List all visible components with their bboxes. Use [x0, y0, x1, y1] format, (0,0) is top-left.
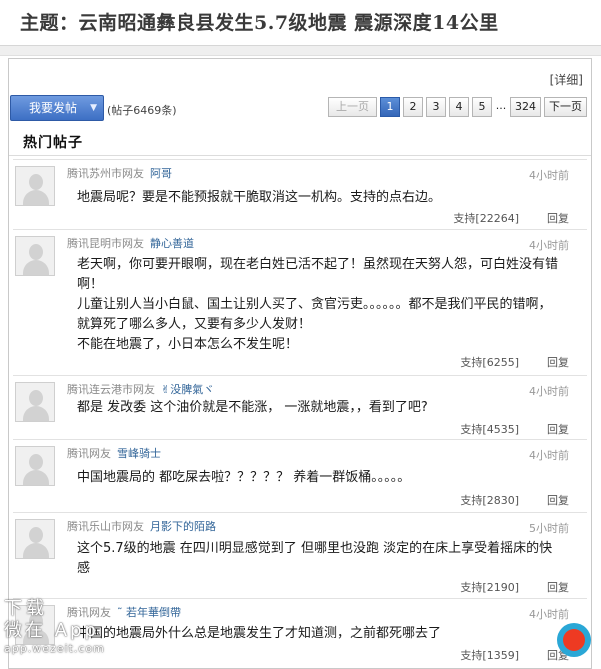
post-item: 腾讯连云港市网友 ✌没脾氣ヾ 4小时前 都是 发改委 这个油价就是不能涨， 一涨就… — [13, 375, 587, 439]
post-meta: 腾讯昆明市网友 静心善道 — [67, 235, 194, 251]
post-meta: 腾讯乐山市网友 月影下的陌路 — [67, 518, 216, 534]
post-actions: 支持[2190] 回复 — [460, 579, 569, 595]
post-actions: 支持[22264] 回复 — [453, 210, 569, 226]
post-time: 4小时前 — [529, 169, 569, 182]
post-author[interactable]: 月影下的陌路 — [150, 520, 216, 533]
page-button-5[interactable]: 5 — [472, 97, 492, 117]
post-text-line: 中国地震局的 都吃屎去啦？？？？？ 养着一群饭桶。。。。。 — [77, 470, 411, 485]
gray-band — [0, 46, 601, 56]
post-actions: 支持[2830] 回复 — [460, 492, 569, 508]
post-text-line: 都是 发改委 这个油价就是不能涨， 一涨就地震，，看到了吧? — [77, 400, 428, 415]
post-count: (帖子6469条) — [107, 104, 177, 117]
post-time: 4小时前 — [529, 385, 569, 398]
post-source: 腾讯乐山市网友 — [67, 520, 144, 533]
post-text-line: 不能在地震了，小日本怎么不发生呢！ — [77, 337, 299, 352]
chevron-down-icon: ▼ — [90, 103, 97, 113]
support-button[interactable]: 支持[2830] — [460, 494, 519, 507]
post-source: 腾讯苏州市网友 — [67, 167, 144, 180]
post-time: 4小时前 — [529, 608, 569, 621]
post-author[interactable]: 雪峰骑士 — [117, 447, 161, 460]
next-page-button[interactable]: 下一页 — [544, 97, 587, 117]
section-title: 热门帖子 — [23, 135, 83, 151]
support-button[interactable]: 支持[6255] — [460, 356, 519, 369]
post-actions: 支持[1359] 回复 — [460, 647, 569, 663]
post-item: 腾讯网友 雪峰骑士 4小时前 中国地震局的 都吃屎去啦？？？？？ 养着一群饭桶。。… — [13, 439, 587, 512]
post-content: 老天啊，你可要开眼啊，现在老白姓已活不起了！虽然现在天努人怨，可白姓没有错啊！ … — [77, 255, 559, 355]
page-button-2[interactable]: 2 — [403, 97, 423, 117]
avatar[interactable] — [15, 519, 55, 559]
support-button[interactable]: 支持[22264] — [453, 212, 519, 225]
page-button-3[interactable]: 3 — [426, 97, 446, 117]
reply-button[interactable]: 回复 — [547, 581, 569, 594]
post-meta: 腾讯连云港市网友 ✌没脾氣ヾ — [67, 381, 214, 397]
post-content: 都是 发改委 这个油价就是不能涨， 一涨就地震，，看到了吧? — [77, 398, 559, 418]
forum-panel: [详细] 我要发帖 ▼ (帖子6469条) 上一页 1 2 3 4 5 ... … — [8, 58, 592, 669]
post-content: 中国地震局的 都吃屎去啦？？？？？ 养着一群饭桶。。。。。 — [77, 468, 559, 488]
post-time: 4小时前 — [529, 449, 569, 462]
post-meta: 腾讯网友 雪峰骑士 — [67, 445, 161, 461]
pagination: 上一页 1 2 3 4 5 ... 324 下一页 — [328, 97, 587, 117]
reply-button[interactable]: 回复 — [547, 494, 569, 507]
post-source: 腾讯网友 — [67, 606, 111, 619]
avatar[interactable] — [15, 236, 55, 276]
page-button-4[interactable]: 4 — [449, 97, 469, 117]
avatar[interactable] — [15, 382, 55, 422]
post-content: 这个5.7级的地震 在四川明显感觉到了 但哪里也没跑 淡定的在床上享受着摇床的快… — [77, 539, 559, 579]
post-author[interactable]: 静心善道 — [150, 237, 194, 250]
post-actions: 支持[6255] 回复 — [460, 354, 569, 370]
post-time: 5小时前 — [529, 522, 569, 535]
record-dot-icon — [563, 629, 585, 651]
post-item: 腾讯乐山市网友 月影下的陌路 5小时前 这个5.7级的地震 在四川明显感觉到了 但… — [13, 512, 587, 598]
post-item: 腾讯网友 ˜ 若年華倒帶 4小时前 中国的地震局外什么总是地震发生了才知道测，之前… — [13, 598, 587, 668]
page-button-1[interactable]: 1 — [380, 97, 400, 117]
post-source: 腾讯昆明市网友 — [67, 237, 144, 250]
post-text-line: 这个5.7级的地震 在四川明显感觉到了 但哪里也没跑 淡定的在床上享受着摇床的快… — [77, 541, 553, 576]
support-button[interactable]: 支持[4535] — [460, 423, 519, 436]
post-text-line: 地震局呢？要是不能预报就干脆取消这一机构。支持的点右边。 — [77, 190, 442, 205]
reply-button[interactable]: 回复 — [547, 423, 569, 436]
topic-title: 主题：云南昭通彝良县发生5.7级地震 震源深度14公里 — [20, 12, 499, 34]
post-meta: 腾讯网友 ˜ 若年華倒帶 — [67, 604, 181, 620]
avatar[interactable] — [15, 605, 55, 645]
prev-page-button[interactable]: 上一页 — [328, 97, 377, 117]
topic-header: 主题：云南昭通彝良县发生5.7级地震 震源深度14公里 — [0, 0, 601, 46]
post-item: 腾讯苏州市网友 阿哥 4小时前 地震局呢？要是不能预报就干脆取消这一机构。支持的点… — [13, 159, 587, 229]
detail-link[interactable]: [详细] — [550, 71, 583, 88]
new-post-button[interactable]: 我要发帖 ▼ — [10, 95, 104, 121]
post-item: 腾讯昆明市网友 静心善道 4小时前 老天啊，你可要开眼啊，现在老白姓已活不起了！虽… — [13, 229, 587, 375]
post-content: 地震局呢？要是不能预报就干脆取消这一机构。支持的点右边。 — [77, 188, 559, 208]
avatar[interactable] — [15, 166, 55, 206]
post-author[interactable]: ˜ 若年華倒帶 — [117, 606, 181, 619]
support-button[interactable]: 支持[2190] — [460, 581, 519, 594]
post-author[interactable]: ✌没脾氣ヾ — [161, 383, 214, 396]
post-time: 4小时前 — [529, 239, 569, 252]
post-source: 腾讯连云港市网友 — [67, 383, 155, 396]
post-author[interactable]: 阿哥 — [150, 167, 172, 180]
page-button-last[interactable]: 324 — [510, 97, 541, 117]
support-button[interactable]: 支持[1359] — [460, 649, 519, 662]
page-ellipsis: ... — [495, 99, 507, 112]
post-text-line: 老天啊，你可要开眼啊，现在老白姓已活不起了！虽然现在天努人怨，可白姓没有错啊！ — [77, 257, 559, 292]
post-text-line: 儿童让别人当小白鼠、国土让别人买了、贪官污吏。。。。。。都不是我们平民的错啊，就… — [77, 297, 552, 332]
post-text-line: 中国的地震局外什么总是地震发生了才知道测，之前都死哪去了 — [77, 626, 442, 641]
section-divider — [9, 155, 591, 156]
reply-button[interactable]: 回复 — [547, 212, 569, 225]
post-source: 腾讯网友 — [67, 447, 111, 460]
forum-toolbar: 我要发帖 ▼ (帖子6469条) 上一页 1 2 3 4 5 ... 324 下… — [9, 93, 591, 125]
post-content: 中国的地震局外什么总是地震发生了才知道测，之前都死哪去了 — [77, 624, 559, 644]
reply-button[interactable]: 回复 — [547, 356, 569, 369]
avatar[interactable] — [15, 446, 55, 486]
post-actions: 支持[4535] 回复 — [460, 421, 569, 437]
new-post-button-label: 我要发帖 — [29, 101, 78, 115]
record-button[interactable] — [557, 623, 591, 657]
post-meta: 腾讯苏州市网友 阿哥 — [67, 165, 172, 181]
